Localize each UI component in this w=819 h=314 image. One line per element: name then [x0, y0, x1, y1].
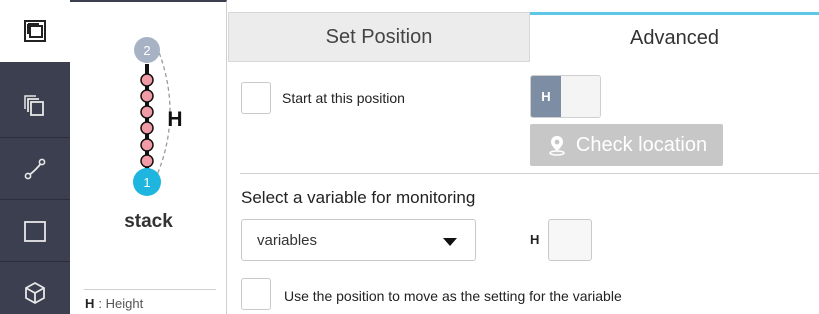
location-pin-icon — [549, 136, 565, 156]
stack-tool-button[interactable] — [0, 0, 70, 62]
settings-content: Set Position Advanced Start at this posi… — [228, 0, 819, 314]
use-position-checkbox[interactable] — [241, 278, 271, 310]
path-curve-icon — [24, 158, 46, 179]
check-location-button[interactable]: Check location — [530, 124, 723, 166]
toggle-knob-h: H — [531, 76, 561, 117]
top-node-label: 2 — [143, 43, 150, 58]
stack-dot — [140, 105, 154, 119]
start-position-checkbox[interactable] — [241, 82, 271, 114]
tab-set-position[interactable]: Set Position — [228, 12, 530, 62]
legend-key: H — [85, 296, 95, 311]
start-position-label: Start at this position — [282, 90, 405, 106]
diagram-caption: stack — [124, 211, 173, 232]
section-divider — [240, 173, 819, 174]
tool-rail — [0, 0, 70, 314]
h-field-input[interactable] — [548, 219, 592, 261]
path-tool-button[interactable] — [0, 138, 70, 200]
tab-bar: Set Position Advanced — [228, 12, 819, 62]
variable-select[interactable]: variables — [241, 219, 476, 261]
toggle-track — [561, 76, 600, 117]
stack-dot — [140, 154, 154, 168]
monitor-title: Select a variable for monitoring — [241, 188, 476, 207]
square-icon — [24, 220, 46, 242]
stack-dot — [140, 89, 154, 103]
stack-dot — [140, 138, 154, 152]
stack-dot — [140, 121, 154, 135]
legend-divider — [84, 289, 216, 290]
check-location-label: Check location — [575, 133, 708, 156]
tab-advanced[interactable]: Advanced — [530, 12, 819, 62]
stack-dot — [140, 73, 154, 87]
layers-icon — [24, 94, 44, 116]
rectangle-tool-button[interactable] — [0, 200, 70, 262]
height-letter: H — [167, 108, 182, 131]
stack-height-diagram: 2 1 H — [133, 37, 183, 196]
stack-diagram-panel: 2 1 H stack H: Height — [70, 0, 227, 314]
caret-down-icon — [443, 238, 457, 246]
legend-text: : Height — [98, 296, 144, 311]
bottom-node-label: 1 — [143, 175, 150, 190]
box-tool-button[interactable] — [0, 262, 70, 314]
legend: H: Height — [85, 296, 143, 311]
h-field-label: H — [530, 232, 540, 247]
stack-select-icon — [24, 20, 46, 42]
cube-icon — [25, 281, 45, 304]
height-toggle[interactable]: H — [530, 75, 601, 118]
use-position-label: Use the position to move as the setting … — [284, 288, 622, 304]
variable-select-value: variables — [257, 232, 318, 249]
layers-tool-button[interactable] — [0, 76, 70, 138]
